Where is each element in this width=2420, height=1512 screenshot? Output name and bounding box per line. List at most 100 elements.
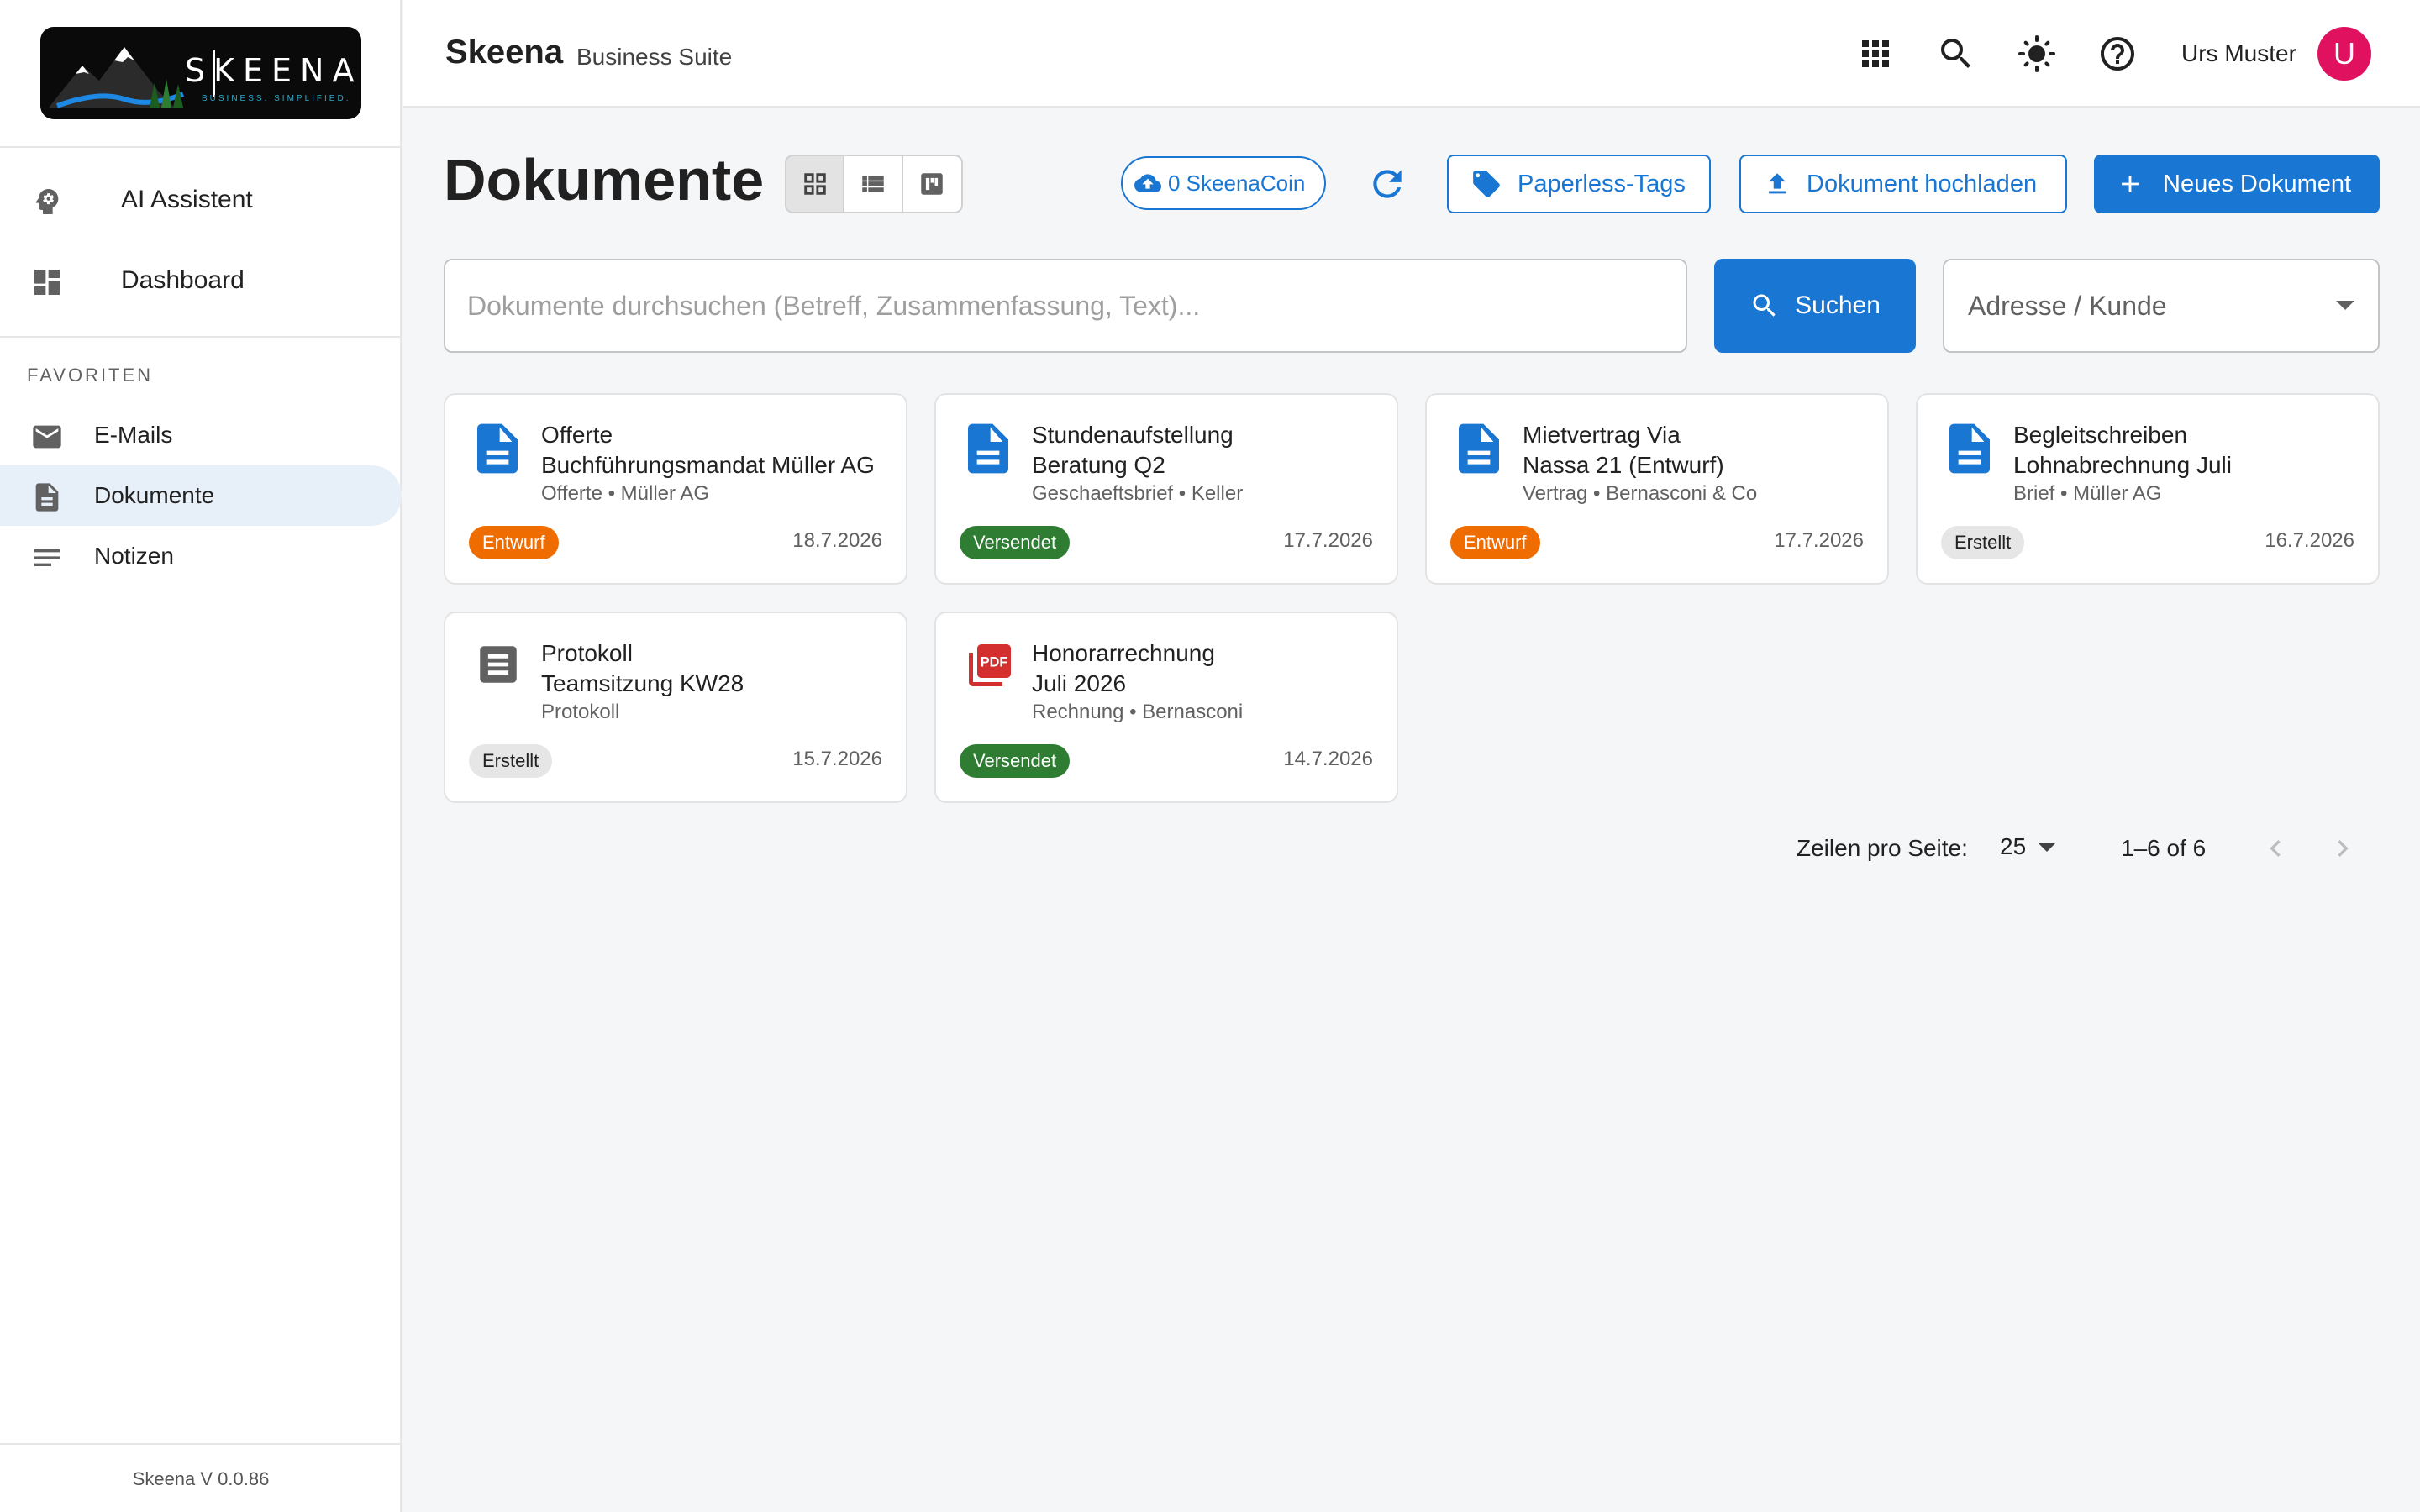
document-date: 16.7.2026 — [2265, 529, 2354, 552]
document-title: Mietvertrag Via Nassa 21 (Entwurf) — [1523, 422, 1724, 478]
document-meta: Offerte • Müller AG — [541, 482, 710, 505]
refresh-icon[interactable] — [1366, 163, 1408, 205]
new-document-button[interactable]: Neues Dokument — [2094, 155, 2380, 213]
ai-head-icon — [35, 189, 59, 214]
sidebar-item-dokumente[interactable]: Dokumente — [0, 465, 402, 526]
document-search-input[interactable] — [444, 259, 1687, 353]
chevron-down-icon[interactable] — [2039, 843, 2055, 852]
document-date: 17.7.2026 — [1774, 529, 1864, 552]
paperless-tags-label: Paperless-Tags — [1518, 170, 1686, 197]
document-meta: Protokoll — [541, 701, 620, 723]
list-view-button[interactable] — [844, 156, 903, 212]
document-card[interactable]: Mietvertrag Via Nassa 21 (Entwurf) Vertrag… — [1425, 393, 1889, 585]
notes-icon — [34, 549, 60, 566]
sidebar-item-dashboard[interactable]: Dashboard — [0, 250, 402, 311]
paperless-tags-button[interactable]: Paperless-Tags — [1447, 155, 1711, 213]
blue-document-icon — [1946, 422, 1993, 480]
grey-note-icon — [474, 640, 523, 693]
document-date: 15.7.2026 — [792, 748, 882, 770]
sidebar-item-label: Notizen — [94, 543, 174, 569]
plus-icon — [2122, 176, 2139, 192]
document-card[interactable]: Begleitschreiben Lohnabrechnung Juli Brief… — [1916, 393, 2380, 585]
document-title: Stundenaufstellung Beratung Q2 — [1032, 422, 1234, 478]
search-button-label: Suchen — [1795, 291, 1881, 319]
document-card[interactable]: Protokoll Teamsitzung KW28 Protokoll Erstel… — [444, 612, 908, 803]
logo-text: SKEENA — [185, 52, 361, 89]
blue-document-icon — [1455, 422, 1502, 480]
sidebar-item-label: AI Assistent — [121, 186, 253, 213]
skeenacoin-label: 0 SkeenaCoin — [1168, 170, 1306, 196]
help-icon[interactable] — [2097, 34, 2138, 74]
status-badge: Erstellt — [469, 744, 553, 778]
chevron-down-icon — [2336, 301, 2354, 310]
previous-page-icon[interactable] — [2259, 832, 2292, 865]
tag-icon — [1473, 171, 1500, 197]
document-title: Protokoll Teamsitzung KW28 — [541, 640, 744, 696]
sidebar-item-emails[interactable]: E-Mails — [0, 405, 402, 465]
document-card[interactable]: Offerte Buchführungsmandat Müller AG Offer… — [444, 393, 908, 585]
list-view-icon — [862, 176, 884, 192]
apps-grid-icon[interactable] — [1855, 34, 1896, 74]
status-badge: Erstellt — [1941, 526, 2025, 559]
sidebar-item-notizen[interactable]: Notizen — [0, 526, 402, 586]
document-meta: Brief • Müller AG — [2013, 482, 2162, 505]
mail-icon — [33, 425, 61, 449]
new-document-label: Neues Dokument — [2163, 170, 2352, 197]
status-badge: Versendet — [960, 526, 1071, 559]
document-meta: Vertrag • Bernasconi & Co — [1523, 482, 1758, 505]
view-toggle — [785, 155, 963, 213]
upload-icon — [1769, 173, 1786, 194]
brand-subtitle: Business Suite — [576, 44, 733, 70]
status-badge: Entwurf — [1450, 526, 1540, 559]
select-value: Adresse / Kunde — [1968, 291, 2167, 321]
sidebar-item-label: Dashboard — [121, 266, 245, 294]
document-title: Honorarrechnung Juli 2026 — [1032, 640, 1215, 696]
top-bar: Skeena Business Suite Urs Muster U — [403, 0, 2420, 108]
document-icon — [35, 483, 59, 512]
skeena-logo[interactable]: SKEENA BUSINESS. SIMPLIFIED. — [40, 27, 361, 119]
document-date: 18.7.2026 — [792, 529, 882, 552]
grid-view-icon — [803, 173, 826, 195]
upload-document-label: Dokument hochladen — [1807, 170, 2038, 197]
search-button[interactable]: Suchen — [1714, 259, 1916, 353]
brightness-icon[interactable] — [2017, 34, 2057, 74]
cloud-upload-icon — [1134, 174, 1161, 192]
blue-document-icon — [474, 422, 521, 480]
blue-document-icon — [965, 422, 1012, 480]
kanban-view-button[interactable] — [903, 156, 961, 212]
status-badge: Versendet — [960, 744, 1071, 778]
logo-tagline: BUSINESS. SIMPLIFIED. — [202, 94, 351, 103]
document-meta: Rechnung • Bernasconi — [1032, 701, 1244, 723]
document-date: 17.7.2026 — [1283, 529, 1373, 552]
skeenacoin-button[interactable]: 0 SkeenaCoin — [1121, 156, 1326, 210]
grid-view-button[interactable] — [786, 156, 845, 212]
page-title: Dokumente — [444, 147, 765, 213]
address-customer-select[interactable]: Adresse / Kunde — [1943, 259, 2380, 353]
next-page-icon[interactable] — [2326, 832, 2360, 865]
sidebar: SKEENA BUSINESS. SIMPLIFIED. AI Assisten… — [0, 0, 402, 1512]
sidebar-item-ai-assistent[interactable]: AI Assistent — [0, 170, 402, 230]
sidebar-divider — [0, 1443, 402, 1445]
rows-per-page-label: Zeilen pro Seite: — [1797, 835, 1968, 861]
brand-name: Skeena — [445, 34, 564, 71]
document-card[interactable]: PDF Honorarrechnung Juli 2026 Rechnung • Be… — [934, 612, 1398, 803]
favorites-heading: FAVORITEN — [27, 365, 154, 386]
sidebar-item-label: E-Mails — [94, 422, 173, 448]
pdf-icon: PDF — [965, 640, 1015, 695]
rows-per-page-select[interactable]: 25 — [2000, 833, 2026, 860]
pagination-range: 1–6 of 6 — [2121, 835, 2207, 861]
avatar[interactable]: U — [2317, 27, 2371, 81]
kanban-view-icon — [921, 173, 944, 195]
sidebar-item-label: Dokumente — [94, 482, 215, 508]
search-icon — [1753, 294, 1776, 317]
document-meta: Geschaeftsbrief • Keller — [1032, 482, 1244, 505]
document-title: Offerte Buchführungsmandat Müller AG — [541, 422, 875, 478]
upload-document-button[interactable]: Dokument hochladen — [1739, 155, 2067, 213]
sidebar-divider — [0, 146, 402, 148]
status-badge: Entwurf — [469, 526, 559, 559]
dashboard-icon — [34, 270, 60, 295]
user-name[interactable]: Urs Muster — [2181, 40, 2296, 67]
search-icon[interactable] — [1936, 34, 1976, 74]
sidebar-divider — [0, 336, 402, 338]
document-card[interactable]: Stundenaufstellung Beratung Q2 Geschaeftsb… — [934, 393, 1398, 585]
